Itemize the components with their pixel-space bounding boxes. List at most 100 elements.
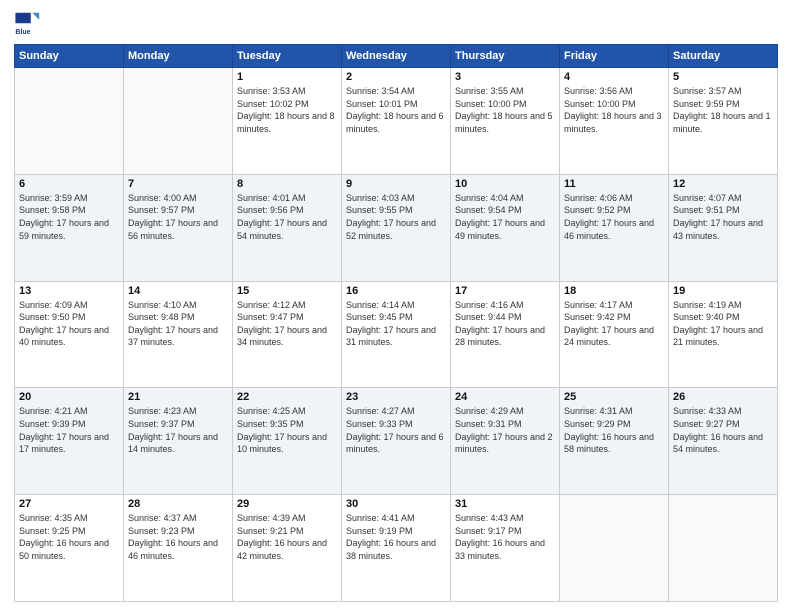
col-header-thursday: Thursday — [451, 45, 560, 68]
day-info: Sunrise: 4:23 AM Sunset: 9:37 PM Dayligh… — [128, 405, 228, 455]
day-info: Sunrise: 3:59 AM Sunset: 9:58 PM Dayligh… — [19, 192, 119, 242]
week-row-3: 13 Sunrise: 4:09 AM Sunset: 9:50 PM Dayli… — [15, 281, 778, 388]
day-number: 7 — [128, 178, 228, 190]
logo: Blue — [14, 10, 46, 38]
day-info: Sunrise: 3:55 AM Sunset: 10:00 PM Daylig… — [455, 85, 555, 135]
calendar-cell: 27 Sunrise: 4:35 AM Sunset: 9:25 PM Dayli… — [15, 495, 124, 602]
calendar-cell: 30 Sunrise: 4:41 AM Sunset: 9:19 PM Dayli… — [342, 495, 451, 602]
col-header-monday: Monday — [124, 45, 233, 68]
col-header-sunday: Sunday — [15, 45, 124, 68]
calendar-cell: 7 Sunrise: 4:00 AM Sunset: 9:57 PM Daylig… — [124, 174, 233, 281]
day-number: 15 — [237, 285, 337, 297]
calendar-cell: 20 Sunrise: 4:21 AM Sunset: 9:39 PM Dayli… — [15, 388, 124, 495]
day-number: 10 — [455, 178, 555, 190]
day-info: Sunrise: 4:25 AM Sunset: 9:35 PM Dayligh… — [237, 405, 337, 455]
day-info: Sunrise: 3:54 AM Sunset: 10:01 PM Daylig… — [346, 85, 446, 135]
day-number: 16 — [346, 285, 446, 297]
calendar-cell: 13 Sunrise: 4:09 AM Sunset: 9:50 PM Dayli… — [15, 281, 124, 388]
calendar-cell: 5Sunrise: 3:57 AM Sunset: 9:59 PM Daylig… — [669, 68, 778, 175]
day-info: Sunrise: 4:21 AM Sunset: 9:39 PM Dayligh… — [19, 405, 119, 455]
day-info: Sunrise: 4:17 AM Sunset: 9:42 PM Dayligh… — [564, 299, 664, 349]
day-number: 6 — [19, 178, 119, 190]
day-info: Sunrise: 3:57 AM Sunset: 9:59 PM Dayligh… — [673, 85, 773, 135]
calendar-cell: 28 Sunrise: 4:37 AM Sunset: 9:23 PM Dayli… — [124, 495, 233, 602]
calendar-cell: 17Sunrise: 4:16 AM Sunset: 9:44 PM Dayli… — [451, 281, 560, 388]
day-number: 21 — [128, 391, 228, 403]
day-number: 25 — [564, 391, 664, 403]
day-number: 29 — [237, 498, 337, 510]
day-number: 1 — [237, 71, 337, 83]
day-number: 12 — [673, 178, 773, 190]
week-row-1: 1 Sunrise: 3:53 AM Sunset: 10:02 PM Dayli… — [15, 68, 778, 175]
week-row-5: 27 Sunrise: 4:35 AM Sunset: 9:25 PM Dayli… — [15, 495, 778, 602]
calendar-cell: 12 Sunrise: 4:07 AM Sunset: 9:51 PM Dayli… — [669, 174, 778, 281]
calendar-cell: 25 Sunrise: 4:31 AM Sunset: 9:29 PM Dayli… — [560, 388, 669, 495]
header-row: SundayMondayTuesdayWednesdayThursdayFrid… — [15, 45, 778, 68]
day-info: Sunrise: 4:04 AM Sunset: 9:54 PM Dayligh… — [455, 192, 555, 242]
day-info: Sunrise: 4:41 AM Sunset: 9:19 PM Dayligh… — [346, 512, 446, 562]
day-number: 22 — [237, 391, 337, 403]
calendar-cell: 3 Sunrise: 3:55 AM Sunset: 10:00 PM Dayli… — [451, 68, 560, 175]
calendar-cell: 11 Sunrise: 4:06 AM Sunset: 9:52 PM Dayli… — [560, 174, 669, 281]
calendar-cell: 22 Sunrise: 4:25 AM Sunset: 9:35 PM Dayli… — [233, 388, 342, 495]
day-info: Sunrise: 4:37 AM Sunset: 9:23 PM Dayligh… — [128, 512, 228, 562]
day-number: 31 — [455, 498, 555, 510]
calendar-cell: 2Sunrise: 3:54 AM Sunset: 10:01 PM Dayli… — [342, 68, 451, 175]
day-number: 11 — [564, 178, 664, 190]
day-number: 4 — [564, 71, 664, 83]
logo-icon: Blue — [14, 10, 42, 38]
calendar-cell — [560, 495, 669, 602]
day-info: Sunrise: 4:39 AM Sunset: 9:21 PM Dayligh… — [237, 512, 337, 562]
calendar-cell: 4 Sunrise: 3:56 AM Sunset: 10:00 PM Dayli… — [560, 68, 669, 175]
calendar-cell: 16Sunrise: 4:14 AM Sunset: 9:45 PM Dayli… — [342, 281, 451, 388]
day-number: 17 — [455, 285, 555, 297]
calendar-cell: 1 Sunrise: 3:53 AM Sunset: 10:02 PM Dayli… — [233, 68, 342, 175]
calendar-cell: 21 Sunrise: 4:23 AM Sunset: 9:37 PM Dayli… — [124, 388, 233, 495]
page: Blue SundayMondayTuesdayWednesdayThursda… — [0, 0, 792, 612]
calendar-cell: 29 Sunrise: 4:39 AM Sunset: 9:21 PM Dayli… — [233, 495, 342, 602]
day-number: 8 — [237, 178, 337, 190]
day-number: 27 — [19, 498, 119, 510]
calendar-cell: 19 Sunrise: 4:19 AM Sunset: 9:40 PM Dayli… — [669, 281, 778, 388]
day-number: 18 — [564, 285, 664, 297]
day-info: Sunrise: 4:00 AM Sunset: 9:57 PM Dayligh… — [128, 192, 228, 242]
calendar-cell: 26Sunrise: 4:33 AM Sunset: 9:27 PM Dayli… — [669, 388, 778, 495]
day-info: Sunrise: 4:06 AM Sunset: 9:52 PM Dayligh… — [564, 192, 664, 242]
calendar-cell: 8 Sunrise: 4:01 AM Sunset: 9:56 PM Daylig… — [233, 174, 342, 281]
calendar-cell: 9 Sunrise: 4:03 AM Sunset: 9:55 PM Daylig… — [342, 174, 451, 281]
day-number: 3 — [455, 71, 555, 83]
calendar-cell — [669, 495, 778, 602]
calendar-cell: 14 Sunrise: 4:10 AM Sunset: 9:48 PM Dayli… — [124, 281, 233, 388]
col-header-tuesday: Tuesday — [233, 45, 342, 68]
day-info: Sunrise: 4:03 AM Sunset: 9:55 PM Dayligh… — [346, 192, 446, 242]
day-number: 13 — [19, 285, 119, 297]
day-info: Sunrise: 4:35 AM Sunset: 9:25 PM Dayligh… — [19, 512, 119, 562]
day-info: Sunrise: 3:53 AM Sunset: 10:02 PM Daylig… — [237, 85, 337, 135]
day-info: Sunrise: 4:43 AM Sunset: 9:17 PM Dayligh… — [455, 512, 555, 562]
day-info: Sunrise: 3:56 AM Sunset: 10:00 PM Daylig… — [564, 85, 664, 135]
calendar-cell: 6 Sunrise: 3:59 AM Sunset: 9:58 PM Daylig… — [15, 174, 124, 281]
day-info: Sunrise: 4:33 AM Sunset: 9:27 PM Dayligh… — [673, 405, 773, 455]
day-number: 20 — [19, 391, 119, 403]
day-info: Sunrise: 4:07 AM Sunset: 9:51 PM Dayligh… — [673, 192, 773, 242]
header: Blue — [14, 10, 778, 38]
day-number: 14 — [128, 285, 228, 297]
day-info: Sunrise: 4:09 AM Sunset: 9:50 PM Dayligh… — [19, 299, 119, 349]
calendar-cell: 10 Sunrise: 4:04 AM Sunset: 9:54 PM Dayli… — [451, 174, 560, 281]
day-number: 30 — [346, 498, 446, 510]
week-row-2: 6 Sunrise: 3:59 AM Sunset: 9:58 PM Daylig… — [15, 174, 778, 281]
day-number: 28 — [128, 498, 228, 510]
day-info: Sunrise: 4:10 AM Sunset: 9:48 PM Dayligh… — [128, 299, 228, 349]
col-header-friday: Friday — [560, 45, 669, 68]
day-info: Sunrise: 4:12 AM Sunset: 9:47 PM Dayligh… — [237, 299, 337, 349]
day-info: Sunrise: 4:31 AM Sunset: 9:29 PM Dayligh… — [564, 405, 664, 455]
day-info: Sunrise: 4:19 AM Sunset: 9:40 PM Dayligh… — [673, 299, 773, 349]
calendar-cell: 18 Sunrise: 4:17 AM Sunset: 9:42 PM Dayli… — [560, 281, 669, 388]
day-number: 19 — [673, 285, 773, 297]
day-number: 9 — [346, 178, 446, 190]
day-info: Sunrise: 4:01 AM Sunset: 9:56 PM Dayligh… — [237, 192, 337, 242]
day-number: 24 — [455, 391, 555, 403]
calendar-cell — [15, 68, 124, 175]
day-number: 23 — [346, 391, 446, 403]
svg-text:Blue: Blue — [15, 29, 30, 36]
